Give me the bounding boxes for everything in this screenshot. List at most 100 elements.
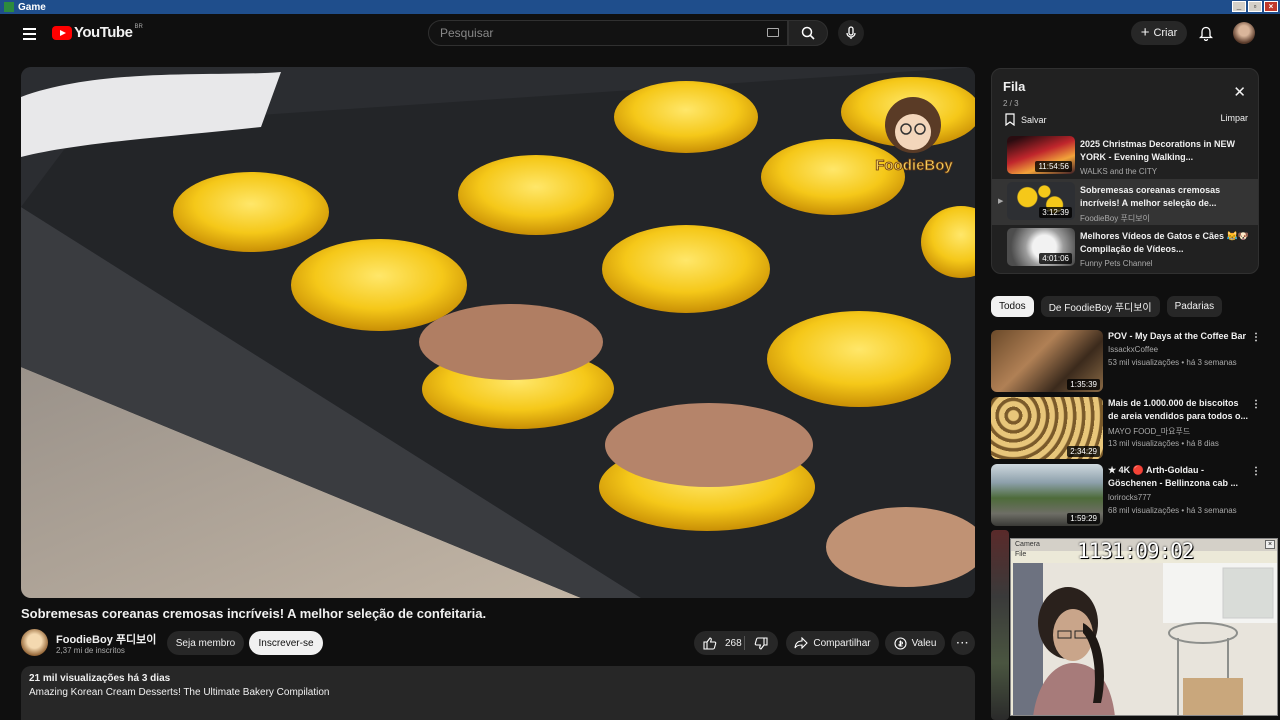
save-queue-button[interactable]: Salvar bbox=[1005, 113, 1047, 126]
thanks-label: Valeu bbox=[911, 637, 937, 649]
share-button[interactable]: Compartilhar bbox=[786, 631, 879, 655]
channel-name: MAYO FOOD_마요푸드 bbox=[1108, 427, 1191, 436]
account-avatar[interactable] bbox=[1233, 22, 1255, 44]
queue-count: 2 / 3 bbox=[1003, 99, 1019, 108]
more-horizontal-icon: ··· bbox=[956, 637, 970, 649]
queue-item-channel: Funny Pets Channel bbox=[1080, 259, 1153, 268]
country-code: BR bbox=[134, 23, 143, 30]
queue-item-title: 2025 Christmas Decorations in NEW YORK -… bbox=[1080, 139, 1236, 162]
webcam-menu[interactable]: File bbox=[1015, 551, 1026, 558]
masthead: YouTube BR Pesquisar + Criar bbox=[0, 14, 1280, 54]
video-frame: FoodieBoy bbox=[21, 67, 975, 598]
clear-queue-button[interactable]: Limpar bbox=[1220, 113, 1248, 123]
close-window-button[interactable]: × bbox=[1264, 1, 1278, 12]
divider bbox=[744, 636, 745, 650]
super-thanks-icon bbox=[894, 636, 907, 650]
video-title: Sobremesas coreanas cremosas incríveis! … bbox=[21, 606, 487, 621]
more-vertical-icon[interactable]: ⋮ bbox=[1251, 332, 1261, 343]
queue-item[interactable]: 4:01:06 Melhores Vídeos de Gatos e Cães … bbox=[992, 225, 1258, 271]
thumbs-up-icon[interactable] bbox=[703, 636, 717, 650]
window-titlebar: Game _ ▫ × bbox=[0, 0, 1280, 14]
webcam-close-icon[interactable]: × bbox=[1265, 540, 1275, 549]
bookmark-icon bbox=[1005, 113, 1015, 126]
video-title: Mais de 1.000.000 de biscoitos de areia … bbox=[1108, 398, 1249, 421]
watermark-text: FoodieBoy bbox=[875, 157, 953, 174]
create-button[interactable]: + Criar bbox=[1131, 21, 1187, 45]
maximize-button[interactable]: ▫ bbox=[1248, 1, 1262, 12]
subscriber-count: 2,37 mi de inscritos bbox=[56, 646, 125, 655]
chip-bakeries[interactable]: Padarias bbox=[1166, 296, 1223, 317]
microphone-icon bbox=[846, 26, 856, 39]
thumbs-down-icon[interactable] bbox=[754, 637, 768, 650]
chip-from-channel[interactable]: De FoodieBoy 푸디보이 bbox=[1040, 296, 1160, 317]
channel-name[interactable]: FoodieBoy 푸디보이 bbox=[56, 631, 156, 647]
duration-badge: 11:54:56 bbox=[1035, 161, 1072, 172]
minimize-button[interactable]: _ bbox=[1232, 1, 1246, 12]
save-label: Salvar bbox=[1021, 114, 1047, 125]
video-meta: 53 mil visualizações • há 3 semanas bbox=[1108, 358, 1237, 367]
view-count-date: 21 mil visualizações há 3 dias bbox=[29, 673, 171, 684]
join-label: Seja membro bbox=[175, 637, 236, 649]
like-dislike-group: 268 bbox=[694, 631, 778, 655]
video-thumbnail: 1:35:39 bbox=[991, 330, 1103, 392]
recommended-video[interactable]: 1:35:39 POV - My Days at the Coffee Bar … bbox=[991, 330, 1271, 392]
search-input[interactable]: Pesquisar bbox=[428, 20, 788, 46]
channel-avatar[interactable] bbox=[21, 629, 48, 656]
notifications-button[interactable] bbox=[1196, 23, 1216, 43]
description-box[interactable]: 21 mil visualizações há 3 dias Amazing K… bbox=[21, 666, 975, 720]
duration-badge: 2:34:29 bbox=[1067, 446, 1100, 457]
duration-badge: 1:35:39 bbox=[1067, 379, 1100, 390]
filter-chips: Todos De FoodieBoy 푸디보이 Padarias bbox=[991, 296, 1223, 317]
voice-search-button[interactable] bbox=[838, 20, 864, 46]
queue-thumbnail: 11:54:56 bbox=[1007, 136, 1075, 174]
share-icon bbox=[794, 637, 809, 649]
hamburger-menu-icon[interactable] bbox=[20, 24, 40, 44]
video-player[interactable]: FoodieBoy bbox=[21, 67, 975, 598]
webcam-overlay-window[interactable]: Camera File × 1131:09:02 bbox=[1010, 538, 1278, 716]
description-text: Amazing Korean Cream Desserts! The Ultim… bbox=[29, 687, 330, 698]
queue-item-title: Melhores Vídeos de Gatos e Cães 😹🐶 Compi… bbox=[1080, 231, 1249, 254]
queue-panel: Fila 2 / 3 ✕ Salvar Limpar 11:54:56 2025… bbox=[991, 68, 1259, 274]
queue-item[interactable]: 11:54:56 2025 Christmas Decorations in N… bbox=[992, 133, 1258, 179]
join-button[interactable]: Seja membro bbox=[167, 631, 244, 655]
more-vertical-icon[interactable]: ⋮ bbox=[1251, 399, 1261, 410]
video-meta: 68 mil visualizações • há 3 semanas bbox=[1108, 506, 1237, 515]
search-placeholder: Pesquisar bbox=[440, 26, 494, 40]
partially-hidden-recommendations bbox=[991, 530, 1009, 720]
queue-item-title: Sobremesas coreanas cremosas incríveis! … bbox=[1080, 185, 1221, 208]
close-queue-icon[interactable]: ✕ bbox=[1233, 83, 1246, 101]
duration-badge: 3:12:39 bbox=[1039, 207, 1072, 218]
video-thumbnail: 1:59:29 bbox=[991, 464, 1103, 526]
window-title: Game bbox=[18, 1, 46, 13]
search-icon bbox=[801, 26, 815, 40]
share-label: Compartilhar bbox=[813, 637, 871, 649]
duration-badge: 1:59:29 bbox=[1067, 513, 1100, 524]
video-title: ★ 4K 🔴 Arth-Goldau - Göschenen - Bellinz… bbox=[1108, 465, 1239, 488]
recommended-video[interactable]: 1:59:29 ★ 4K 🔴 Arth-Goldau - Göschenen -… bbox=[991, 464, 1271, 526]
channel-name: IssackxCoffee bbox=[1108, 345, 1159, 354]
window-controls: _ ▫ × bbox=[1232, 1, 1278, 12]
video-meta: 13 mil visualizações • há 8 dias bbox=[1108, 439, 1219, 448]
more-actions-button[interactable]: ··· bbox=[951, 631, 975, 655]
now-playing-icon: ▶ bbox=[998, 198, 1004, 205]
queue-title: Fila bbox=[1003, 79, 1026, 94]
logo-text: YouTube bbox=[74, 24, 133, 41]
video-title: POV - My Days at the Coffee Bar bbox=[1108, 331, 1247, 341]
keyboard-icon[interactable] bbox=[767, 28, 779, 37]
queue-item-current[interactable]: ▶ 3:12:39 Sobremesas coreanas cremosas i… bbox=[992, 179, 1258, 225]
video-thumbnail: 2:34:29 bbox=[991, 397, 1103, 459]
recommended-video[interactable]: 2:34:29 Mais de 1.000.000 de biscoitos d… bbox=[991, 397, 1271, 459]
webcam-feed bbox=[1013, 563, 1277, 715]
create-label: Criar bbox=[1153, 27, 1178, 39]
app-icon bbox=[4, 2, 14, 12]
search-button[interactable] bbox=[788, 20, 828, 46]
queue-item-channel: FoodieBoy 푸디보이 bbox=[1080, 214, 1150, 223]
like-count: 268 bbox=[725, 637, 742, 649]
chip-all[interactable]: Todos bbox=[991, 296, 1034, 317]
more-vertical-icon[interactable]: ⋮ bbox=[1251, 466, 1261, 477]
thanks-button[interactable]: Valeu bbox=[885, 631, 945, 655]
youtube-logo[interactable]: YouTube BR bbox=[52, 24, 143, 41]
subscribe-button[interactable]: Inscrever-se bbox=[249, 631, 323, 655]
timer-readout: 1131:09:02 bbox=[1077, 539, 1194, 563]
bell-icon bbox=[1199, 26, 1213, 41]
